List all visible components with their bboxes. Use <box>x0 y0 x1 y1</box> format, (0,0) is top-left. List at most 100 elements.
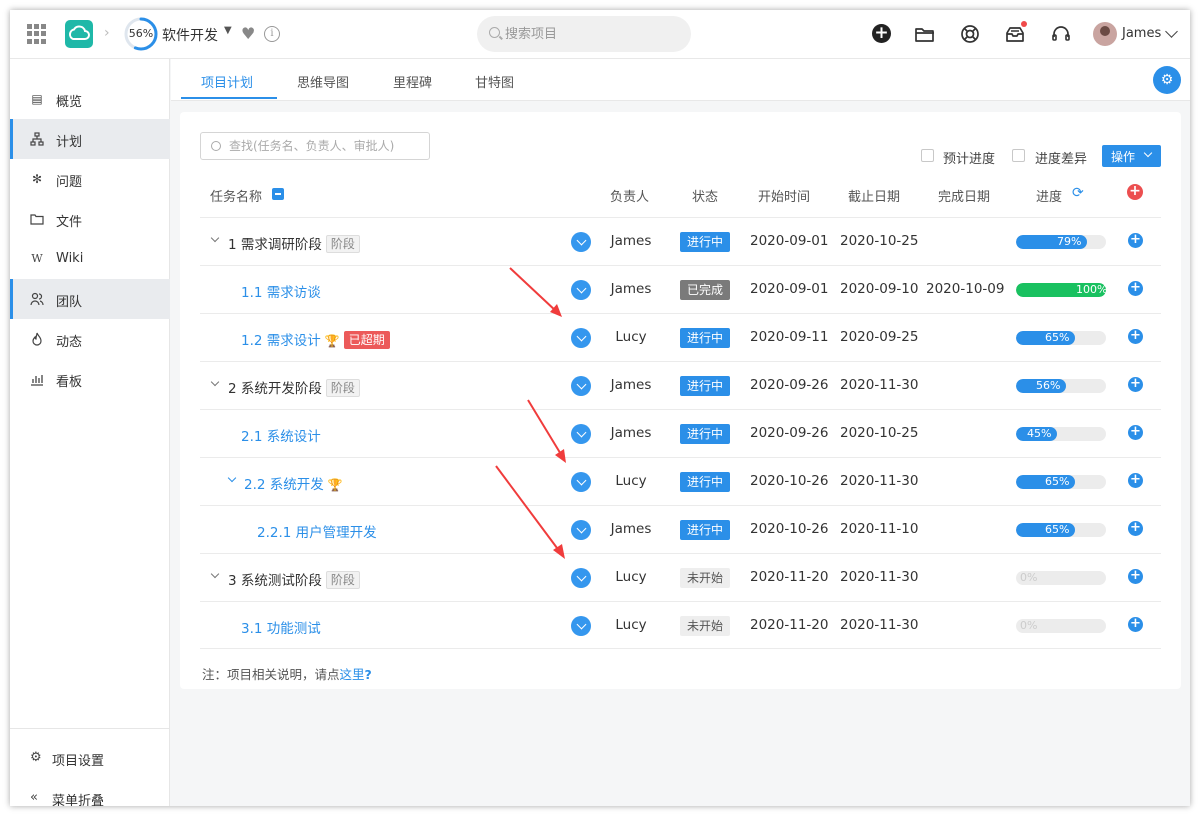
row-expand-chevron-icon[interactable] <box>571 616 591 636</box>
status-badge: 已完成 <box>680 280 731 300</box>
task-name[interactable]: 3 系统测试阶段 阶段 <box>228 569 360 589</box>
table-row[interactable]: 1.2 需求设计 🏆 已超期 Lucy 进行中 2020-09-11 2020-09… <box>200 313 1161 361</box>
tree-collapse-chevron-icon[interactable] <box>227 473 237 483</box>
task-name[interactable]: 1.1 需求访谈 <box>241 281 321 301</box>
task-name[interactable]: 3.1 功能测试 <box>241 617 321 637</box>
add-subtask-plus-icon[interactable]: + <box>1128 617 1143 632</box>
start-date: 2020-09-01 <box>750 233 829 249</box>
project-name[interactable]: 软件开发 <box>162 25 218 45</box>
sidebar-item-plan[interactable]: 计划 <box>10 119 170 159</box>
sidebar-item-label: 文件 <box>56 215 83 230</box>
task-name[interactable]: 2.2 系统开发 🏆 <box>244 473 343 493</box>
tree-collapse-chevron-icon[interactable] <box>210 233 220 243</box>
sidebar-item-overview[interactable]: ▤ 概览 <box>10 79 170 119</box>
project-progress-text: 56% <box>128 27 154 40</box>
table-row[interactable]: 2.1 系统设计 James 进行中 2020-09-26 2020-10-25… <box>200 409 1161 457</box>
header-task-name[interactable]: 任务名称 <box>210 186 262 205</box>
table-row[interactable]: 3.1 功能测试 Lucy 未开始 2020-11-20 2020-11-30 … <box>200 601 1161 649</box>
table-row[interactable]: 1.1 需求访谈 James 已完成 2020-09-01 2020-09-10… <box>200 265 1161 313</box>
header-status[interactable]: 状态 <box>692 186 718 205</box>
refresh-icon[interactable]: ⟳ <box>1072 185 1084 201</box>
project-dropdown-icon[interactable]: ▼ <box>224 25 232 36</box>
estimate-progress-checkbox[interactable] <box>921 149 934 162</box>
add-subtask-plus-icon[interactable]: + <box>1128 281 1143 296</box>
sidebar-item-activity[interactable]: 动态 <box>10 319 170 359</box>
folder-icon <box>30 212 44 226</box>
table-row[interactable]: 1 需求调研阶段 阶段 James 进行中 2020-09-01 2020-10-… <box>200 217 1161 265</box>
project-settings-link[interactable]: ⚙ 项目设置 <box>10 743 170 773</box>
user-menu-chevron-down-icon[interactable] <box>1165 25 1178 38</box>
row-expand-chevron-icon[interactable] <box>571 232 591 252</box>
status-badge: 进行中 <box>680 376 731 396</box>
tab-project-plan[interactable]: 项目计划 <box>201 72 253 91</box>
headset-icon[interactable] <box>1049 22 1073 46</box>
add-subtask-plus-icon[interactable]: + <box>1128 569 1143 584</box>
sidebar-item-team[interactable]: 团队 <box>10 279 170 319</box>
tab-milestones[interactable]: 里程碑 <box>393 72 432 91</box>
task-name[interactable]: 1 需求调研阶段 阶段 <box>228 233 360 253</box>
add-subtask-plus-icon[interactable]: + <box>1128 329 1143 344</box>
avatar[interactable] <box>1093 22 1117 46</box>
table-row[interactable]: 3 系统测试阶段 阶段 Lucy 未开始 2020-11-20 2020-11-3… <box>200 553 1161 601</box>
open-folder-icon[interactable] <box>913 22 937 46</box>
collapse-all-minus-icon[interactable] <box>272 188 284 200</box>
task-filter[interactable] <box>200 132 430 160</box>
project-search[interactable] <box>477 16 691 52</box>
user-name[interactable]: James <box>1122 26 1161 41</box>
tree-collapse-chevron-icon[interactable] <box>210 377 220 387</box>
app-grid-icon[interactable] <box>27 24 47 44</box>
add-subtask-plus-icon[interactable]: + <box>1128 425 1143 440</box>
progress-diff-label: 进度差异 <box>1035 152 1088 167</box>
gear-icon: ⚙ <box>30 750 42 765</box>
tab-gantt[interactable]: 甘特图 <box>475 72 514 91</box>
sidebar-item-wiki[interactable]: W Wiki <box>10 239 170 279</box>
task-name[interactable]: 2.2.1 用户管理开发 <box>257 521 377 541</box>
create-plus-icon[interactable]: + <box>870 22 894 46</box>
project-search-input[interactable] <box>505 24 675 44</box>
owner: James <box>610 281 652 297</box>
table-row[interactable]: 2 系统开发阶段 阶段 James 进行中 2020-09-26 2020-11-… <box>200 361 1161 409</box>
cloud-logo-icon[interactable] <box>65 20 93 48</box>
due-date: 2020-11-10 <box>840 521 919 537</box>
sidebar-item-files[interactable]: 文件 <box>10 199 170 239</box>
due-date: 2020-10-25 <box>840 425 919 441</box>
tab-mind-map[interactable]: 思维导图 <box>297 72 349 91</box>
add-subtask-plus-icon[interactable]: + <box>1128 521 1143 536</box>
task-name[interactable]: 1.2 需求设计 🏆 已超期 <box>241 329 390 349</box>
info-icon[interactable]: i <box>264 26 280 42</box>
table-row[interactable]: 2.2.1 用户管理开发 James 进行中 2020-10-26 2020-1… <box>200 505 1161 553</box>
help-question-icon[interactable]: ? <box>365 667 372 682</box>
annotation-arrow <box>527 399 566 463</box>
progress-text: 0% <box>1020 571 1038 584</box>
bug-icon: ✻ <box>31 172 43 186</box>
header-done-date[interactable]: 完成日期 <box>938 186 990 205</box>
favorite-heart-icon[interactable]: ♥ <box>241 24 255 43</box>
add-root-task-plus-icon[interactable]: + <box>1127 184 1143 200</box>
actions-button[interactable]: 操作 <box>1102 145 1161 167</box>
progress-text: 79% <box>1057 235 1082 248</box>
header-due-date[interactable]: 截止日期 <box>848 186 900 205</box>
table-row[interactable]: 2.2 系统开发 🏆 Lucy 进行中 2020-10-26 2020-11-30… <box>200 457 1161 505</box>
task-filter-input[interactable] <box>229 137 425 155</box>
sidebar-item-kanban[interactable]: 看板 <box>10 359 170 399</box>
header-owner[interactable]: 负责人 <box>610 186 649 205</box>
progress-diff-checkbox[interactable] <box>1012 149 1025 162</box>
add-subtask-plus-icon[interactable]: + <box>1128 473 1143 488</box>
header-start-date[interactable]: 开始时间 <box>758 186 810 205</box>
lifebuoy-icon[interactable] <box>958 22 982 46</box>
due-date: 2020-11-30 <box>840 617 919 633</box>
add-subtask-plus-icon[interactable]: + <box>1128 233 1143 248</box>
collapse-menu-link[interactable]: « 菜单折叠 <box>10 783 170 806</box>
start-date: 2020-09-26 <box>750 377 829 393</box>
double-chevron-left-icon: « <box>30 790 38 805</box>
footnote-link[interactable]: 这里 <box>340 667 365 682</box>
status-badge: 进行中 <box>680 328 731 348</box>
tree-collapse-chevron-icon[interactable] <box>210 569 220 579</box>
header-progress[interactable]: 进度 <box>1036 186 1062 205</box>
sidebar-item-issues[interactable]: ✻ 问题 <box>10 159 170 199</box>
task-name[interactable]: 2.1 系统设计 <box>241 425 321 445</box>
due-date: 2020-10-25 <box>840 233 919 249</box>
settings-gear-button[interactable]: ⚙ <box>1153 66 1181 94</box>
task-name[interactable]: 2 系统开发阶段 阶段 <box>228 377 360 397</box>
add-subtask-plus-icon[interactable]: + <box>1128 377 1143 392</box>
